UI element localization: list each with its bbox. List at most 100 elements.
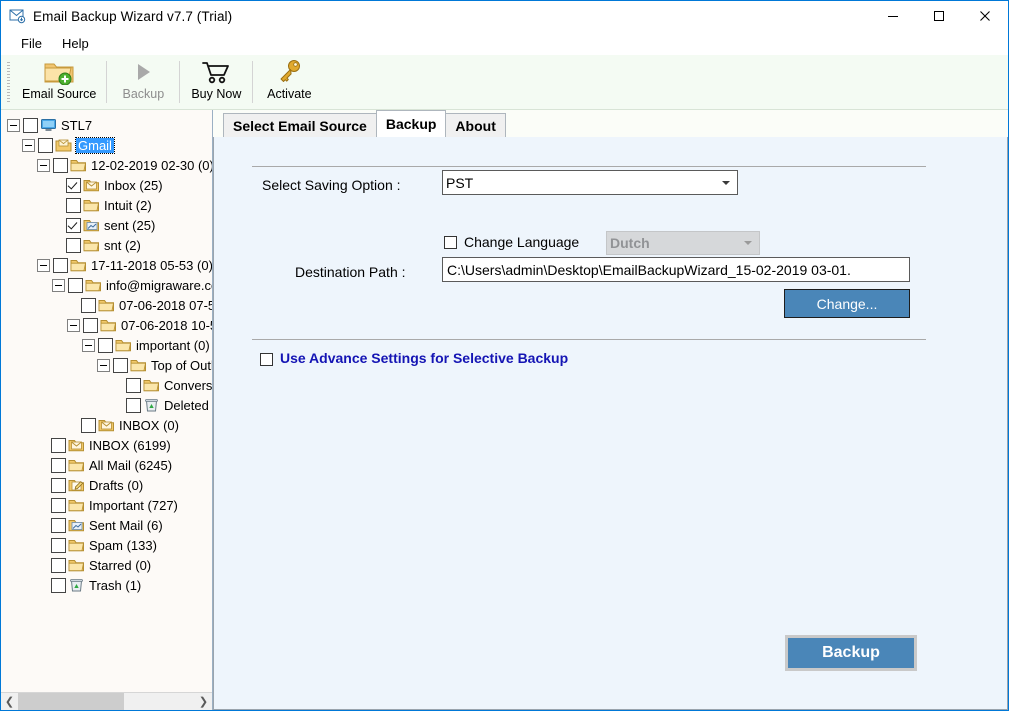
folder-tree-panel: STL7 Gmail 12-02-2019 02-30 (0) Inbox (25) I…: [1, 110, 213, 710]
tree-item[interactable]: INBOX (0): [1, 415, 212, 435]
tree-item-checkbox[interactable]: [98, 337, 113, 353]
tree-item[interactable]: INBOX (6199): [1, 435, 212, 455]
tree-item[interactable]: snt (2): [1, 235, 212, 255]
tab-select-email-source[interactable]: Select Email Source: [223, 113, 377, 137]
folder-icon: [143, 378, 160, 392]
tree-item-checkbox[interactable]: [23, 117, 38, 133]
toolbar-backup-button[interactable]: Backup: [107, 55, 179, 109]
saving-option-select[interactable]: PST: [442, 170, 738, 195]
backup-tab-content: Select Saving Option : PST Change Langua…: [213, 136, 1008, 710]
toolbar-buy-now-button[interactable]: Buy Now: [180, 55, 252, 109]
collapse-icon[interactable]: [37, 158, 50, 172]
tree-item-checkbox[interactable]: [51, 457, 66, 473]
scrollbar-thumb[interactable]: [18, 693, 124, 710]
saving-option-label: Select Saving Option :: [262, 177, 401, 193]
tree-item[interactable]: info@migraware.co: [1, 275, 212, 295]
advance-settings-checkbox[interactable]: [260, 353, 273, 366]
tree-item-checkbox[interactable]: [51, 577, 66, 593]
scrollbar-track[interactable]: [18, 693, 195, 710]
minimize-button[interactable]: [870, 1, 916, 31]
close-button[interactable]: [962, 1, 1008, 31]
chevron-right-icon[interactable]: ❯: [195, 693, 212, 710]
tree-item[interactable]: Important (727): [1, 495, 212, 515]
tree-item-checkbox[interactable]: [66, 197, 81, 213]
tree-expander-spacer: [37, 460, 48, 471]
tree-item[interactable]: STL7: [1, 115, 212, 135]
tree-item-checkbox[interactable]: [51, 537, 66, 553]
tree-item-checkbox[interactable]: [51, 557, 66, 573]
tree-item-checkbox[interactable]: [68, 277, 83, 293]
backup-button[interactable]: Backup: [785, 635, 917, 671]
tree-item-checkbox[interactable]: [66, 177, 81, 193]
tree-item[interactable]: Top of Outl: [1, 355, 212, 375]
tree-item[interactable]: 17-11-2018 05-53 (0): [1, 255, 212, 275]
maximize-button[interactable]: [916, 1, 962, 31]
change-path-button[interactable]: Change...: [784, 289, 910, 318]
tree-item-checkbox[interactable]: [51, 477, 66, 493]
folder-icon: [83, 238, 100, 252]
tree-item[interactable]: Deleted: [1, 395, 212, 415]
tree-item[interactable]: Sent Mail (6): [1, 515, 212, 535]
collapse-icon[interactable]: [37, 258, 50, 272]
tree-item-checkbox[interactable]: [81, 297, 96, 313]
tree-item-checkbox[interactable]: [113, 357, 128, 373]
collapse-icon[interactable]: [22, 138, 35, 152]
tree-item-checkbox[interactable]: [51, 437, 66, 453]
tree-expander-spacer: [37, 580, 48, 591]
folder-icon: [98, 298, 115, 312]
collapse-icon[interactable]: [52, 278, 65, 292]
tree-item-checkbox[interactable]: [53, 257, 68, 273]
tree-item[interactable]: Trash (1): [1, 575, 212, 595]
tree-item[interactable]: 07-06-2018 07-53: [1, 295, 212, 315]
tree-item[interactable]: 07-06-2018 10-58: [1, 315, 212, 335]
toolbar-email-source-label: Email Source: [22, 87, 97, 101]
tree-item[interactable]: Inbox (25): [1, 175, 212, 195]
tree-item[interactable]: sent (25): [1, 215, 212, 235]
tree-item[interactable]: Drafts (0): [1, 475, 212, 495]
tree-item[interactable]: important (0): [1, 335, 212, 355]
folder-icon: [68, 498, 85, 512]
tree-item[interactable]: Gmail: [1, 135, 212, 155]
tree-item-checkbox[interactable]: [66, 237, 81, 253]
language-select[interactable]: Dutch: [606, 231, 760, 255]
tree-item[interactable]: 12-02-2019 02-30 (0): [1, 155, 212, 175]
toolbar-grip[interactable]: [5, 55, 12, 109]
tree-item-checkbox[interactable]: [81, 417, 96, 433]
window-controls: [870, 1, 1008, 31]
collapse-icon[interactable]: [67, 318, 80, 332]
menu-help[interactable]: Help: [52, 33, 99, 54]
tree-item-checkbox[interactable]: [38, 137, 53, 153]
tree-item-checkbox[interactable]: [53, 157, 68, 173]
folder-tree[interactable]: STL7 Gmail 12-02-2019 02-30 (0) Inbox (25) I…: [1, 110, 212, 692]
toolbar-activate-button[interactable]: Activate: [253, 55, 325, 109]
chevron-left-icon[interactable]: ❮: [1, 693, 18, 710]
tree-item-checkbox[interactable]: [83, 317, 98, 333]
tree-item-checkbox[interactable]: [66, 217, 81, 233]
divider-bottom: [252, 339, 926, 340]
main-body: STL7 Gmail 12-02-2019 02-30 (0) Inbox (25) I…: [1, 110, 1008, 710]
destination-path-input[interactable]: [442, 257, 910, 282]
tab-backup[interactable]: Backup: [375, 110, 447, 137]
tree-item[interactable]: Convers: [1, 375, 212, 395]
tree-expander-spacer: [37, 560, 48, 571]
collapse-icon[interactable]: [7, 118, 20, 132]
tree-item-checkbox[interactable]: [51, 497, 66, 513]
tree-item-label: 12-02-2019 02-30 (0): [91, 157, 212, 173]
collapse-icon[interactable]: [97, 358, 110, 372]
tree-item-checkbox[interactable]: [126, 397, 141, 413]
tree-item[interactable]: All Mail (6245): [1, 455, 212, 475]
tree-item[interactable]: Starred (0): [1, 555, 212, 575]
tree-item[interactable]: Intuit (2): [1, 195, 212, 215]
toolbar-email-source-button[interactable]: Email Source: [12, 55, 106, 109]
tree-item[interactable]: Spam (133): [1, 535, 212, 555]
tree-horizontal-scrollbar[interactable]: ❮ ❯: [1, 692, 212, 710]
tree-item-checkbox[interactable]: [51, 517, 66, 533]
menu-file[interactable]: File: [11, 33, 52, 54]
title-bar: Email Backup Wizard v7.7 (Trial): [1, 1, 1008, 31]
tab-about[interactable]: About: [445, 113, 506, 137]
collapse-icon[interactable]: [82, 338, 95, 352]
tree-item-checkbox[interactable]: [126, 377, 141, 393]
change-language-checkbox[interactable]: [444, 236, 457, 249]
